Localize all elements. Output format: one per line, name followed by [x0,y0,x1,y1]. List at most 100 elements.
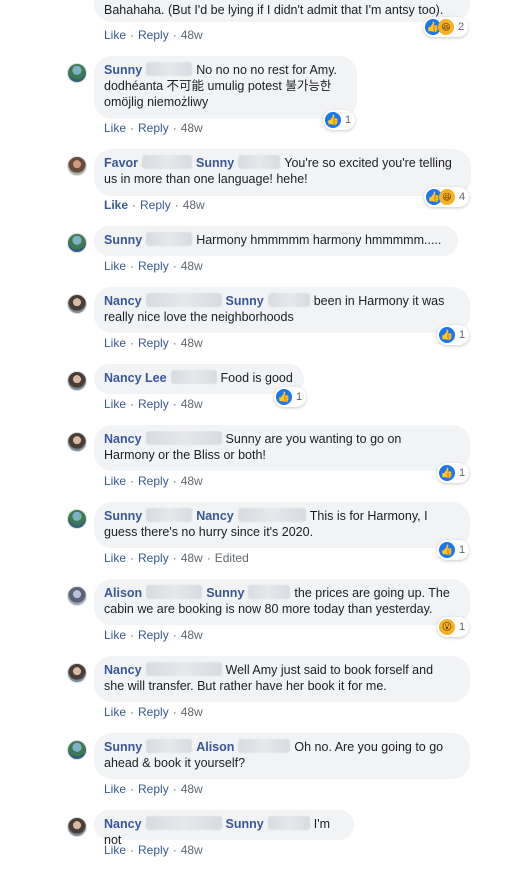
avatar[interactable] [67,817,87,837]
redacted-name [267,293,310,307]
comment-bubble: Sunny Alison Oh no. Are you going to go ah… [94,733,470,779]
comment-text: cabin we are booking is now 80 more toda… [104,602,433,616]
author-name[interactable]: Nancy [104,663,142,677]
redacted-name [145,662,222,676]
redacted-name [145,816,222,830]
mention[interactable]: Sunny [226,817,264,831]
reply-link[interactable]: Reply [138,28,169,42]
mention[interactable]: Alison [196,740,234,754]
mention[interactable]: Sunny [226,294,264,308]
avatar[interactable] [67,294,87,314]
reply-link[interactable]: Reply [138,705,169,719]
timestamp[interactable]: 48w [183,198,205,212]
comment-text: been in Harmony it was [313,294,445,308]
comment-bubble: Favor Sunny You're so excited you're telli… [94,149,471,196]
reaction-summary[interactable]: 👍 1 [437,463,470,483]
mention[interactable]: Nancy [196,509,234,523]
author-name[interactable]: Nancy [104,294,142,308]
reaction-summary[interactable]: 👍 😆 2 [423,17,469,37]
reaction-summary[interactable]: 👍 1 [437,540,470,560]
comment-actions: Like · Reply · 48w [104,198,205,212]
avatar[interactable] [67,740,87,760]
edited-label[interactable]: Edited [215,551,249,565]
reply-link[interactable]: Reply [138,336,169,350]
avatar[interactable] [67,586,87,606]
like-link[interactable]: Like [104,551,126,565]
redacted-name [170,370,217,384]
reply-link[interactable]: Reply [138,474,169,488]
avatar[interactable] [67,432,87,452]
author-name[interactable]: Sunny [104,63,142,77]
timestamp[interactable]: 48w [181,336,203,350]
like-link[interactable]: Like [104,782,126,796]
reply-link[interactable]: Reply [140,198,171,212]
author-name[interactable]: Nancy [104,817,142,831]
mention[interactable]: Sunny [196,156,234,170]
comment-text: This is for Harmony, I [309,509,428,523]
avatar[interactable] [67,371,87,391]
reply-link[interactable]: Reply [138,397,169,411]
author-name[interactable]: Sunny [104,233,142,247]
redacted-name [146,62,193,76]
avatar[interactable] [67,233,87,253]
like-link[interactable]: Like [104,397,126,411]
reaction-summary[interactable]: 👍 1 [274,387,307,407]
author-name[interactable]: Favor [104,156,138,170]
timestamp[interactable]: 48w [181,705,203,719]
like-link[interactable]: Like [104,259,126,273]
comment-text: ahead & book it yourself? [104,756,246,770]
reaction-count: 1 [459,621,466,633]
reaction-summary[interactable]: 😮 1 [437,617,470,637]
reply-link[interactable]: Reply [138,121,169,135]
timestamp[interactable]: 48w [181,474,203,488]
comment-actions: Like · Reply · 48w [104,121,203,135]
timestamp[interactable]: 48w [181,843,203,857]
avatar[interactable] [67,156,87,176]
redacted-name [145,293,222,307]
like-link[interactable]: Like [104,28,126,42]
author-name[interactable]: Sunny [104,740,142,754]
reply-link[interactable]: Reply [138,259,169,273]
timestamp[interactable]: 48w [181,628,203,642]
comment-bubble: Sunny Nancy This is for Harmony, I guess t… [94,502,470,548]
author-name[interactable]: Nancy [104,432,142,446]
like-link[interactable]: Like [104,198,128,212]
reply-link[interactable]: Reply [138,551,169,565]
like-link[interactable]: Like [104,474,126,488]
like-link[interactable]: Like [104,705,126,719]
like-link[interactable]: Like [104,843,126,857]
comment-text: dodhéanta 不可能 umulig potest 불가능한 [104,79,332,93]
timestamp[interactable]: 48w [181,259,203,273]
timestamp[interactable]: 48w [181,28,203,42]
reaction-summary[interactable]: 👍 😆 4 [424,187,470,207]
reply-link[interactable]: Reply [138,782,169,796]
avatar[interactable] [67,63,87,83]
reply-link[interactable]: Reply [138,628,169,642]
timestamp[interactable]: 48w [181,551,203,565]
like-link[interactable]: Like [104,628,126,642]
reply-link[interactable]: Reply [138,843,169,857]
author-name[interactable]: Alison [104,586,142,600]
comment-text: Harmony hmmmmm harmony hmmmmm..... [196,233,442,247]
timestamp[interactable]: 48w [181,782,203,796]
comment-actions: Like · Reply · 48w [104,843,203,857]
like-link[interactable]: Like [104,121,126,135]
timestamp[interactable]: 48w [181,397,203,411]
like-link[interactable]: Like [104,336,126,350]
thumbs-up-icon: 👍 [276,389,292,405]
redacted-name [238,155,281,169]
avatar[interactable] [67,663,87,683]
reaction-count: 1 [459,329,466,341]
comment-actions: Like · Reply · 48w [104,259,203,273]
timestamp[interactable]: 48w [181,121,203,135]
thumbs-up-icon: 👍 [439,465,455,481]
author-name[interactable]: Nancy Lee [104,371,167,385]
redacted-name [238,739,291,753]
reaction-summary[interactable]: 👍 1 [437,325,470,345]
reaction-summary[interactable]: 👍 1 [323,110,356,130]
mention[interactable]: Sunny [206,586,244,600]
author-name[interactable]: Sunny [104,509,142,523]
avatar[interactable] [67,509,87,529]
comment-text: You're so excited you're telling [284,156,452,170]
comment-actions: Like · Reply · 48w [104,397,203,411]
